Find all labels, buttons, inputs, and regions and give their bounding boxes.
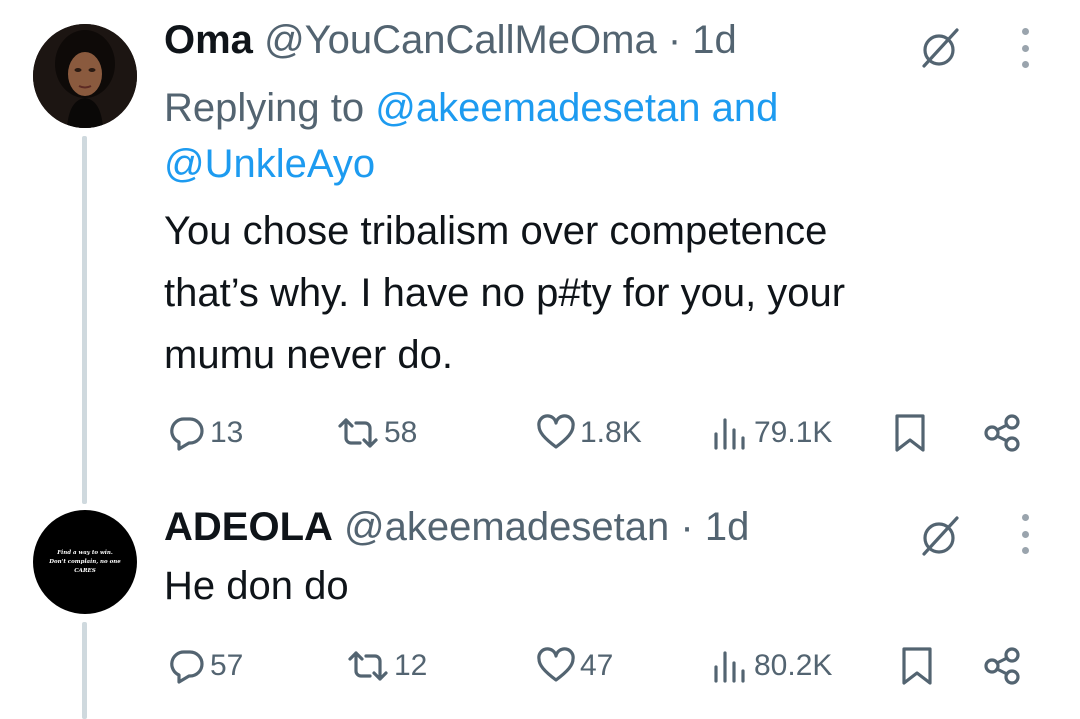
reply-button[interactable]: 13	[168, 409, 243, 457]
replying-and: and	[711, 86, 779, 130]
reply-button[interactable]: 57	[168, 642, 243, 690]
views-count: 80.2K	[754, 649, 833, 682]
avatar[interactable]: Find a way to win. Don't complain, no on…	[33, 510, 137, 614]
repost-count: 12	[394, 649, 428, 682]
views-icon	[714, 418, 745, 450]
like-count: 1.8K	[580, 416, 642, 449]
user-handle[interactable]: @YouCanCallMeOma	[264, 18, 657, 62]
profile-photo	[33, 24, 137, 128]
replying-prefix: Replying to	[164, 86, 365, 130]
heart-icon	[537, 647, 575, 682]
share-button[interactable]	[982, 409, 1024, 457]
tweet-text-line: mumu never do.	[164, 333, 454, 377]
tweet-actions: 57 12 47 80.2K	[164, 642, 1044, 690]
reply-icon	[170, 650, 204, 684]
display-name[interactable]: Oma	[164, 18, 253, 62]
views-icon	[714, 651, 745, 683]
tweet-actions: 13 58 1.8K 79.1K	[164, 409, 1044, 457]
heart-icon	[537, 414, 575, 449]
thread-line	[82, 622, 87, 719]
repost-count: 58	[384, 416, 418, 449]
tweet-text-line: He don do	[164, 564, 349, 608]
bookmark-icon	[895, 414, 925, 452]
like-count: 47	[580, 649, 614, 682]
repost-button[interactable]: 58	[336, 409, 417, 457]
more-icon[interactable]	[1018, 28, 1032, 68]
tweet-text: You chose tribalism over competence that…	[164, 200, 1004, 386]
repost-icon	[348, 651, 388, 681]
user-handle[interactable]: @akeemadesetan	[344, 505, 669, 549]
avatar-text: CARES	[74, 567, 96, 574]
views-count: 79.1K	[754, 416, 833, 449]
mention-link[interactable]: @UnkleAyo	[164, 142, 375, 186]
share-icon	[984, 414, 1020, 452]
reply-count: 57	[210, 649, 244, 682]
repost-icon	[338, 418, 378, 448]
reply-icon	[170, 417, 204, 451]
share-icon	[984, 647, 1020, 685]
more-icon[interactable]	[1018, 514, 1032, 554]
like-button[interactable]: 1.8K	[536, 409, 642, 457]
bookmark-button[interactable]	[899, 642, 935, 690]
replying-to: Replying to @akeemadesetan and @UnkleAyo	[164, 80, 964, 192]
avatar[interactable]	[33, 24, 137, 128]
grok-icon[interactable]	[917, 512, 965, 560]
share-button[interactable]	[982, 642, 1024, 690]
display-name[interactable]: ADEOLA	[164, 505, 333, 549]
views-button[interactable]: 80.2K	[710, 642, 832, 690]
avatar-text: Don't complain, no one	[49, 558, 121, 565]
tweet-text-line: You chose tribalism over competence	[164, 209, 828, 253]
reply-count: 13	[210, 416, 244, 449]
like-button[interactable]: 47	[536, 642, 613, 690]
tweet-text-line: that’s why. I have no p#ty for you, your	[164, 271, 846, 315]
tweet-header: Oma @YouCanCallMeOma · 1d	[164, 16, 737, 64]
bookmark-button[interactable]	[892, 409, 928, 457]
timestamp[interactable]: · 1d	[680, 505, 749, 549]
repost-button[interactable]: 12	[346, 642, 427, 690]
thread-line	[82, 136, 87, 504]
tweet-text: He don do	[164, 555, 1004, 617]
grok-icon[interactable]	[917, 24, 965, 72]
views-button[interactable]: 79.1K	[710, 409, 832, 457]
avatar-text: Find a way to win.	[57, 549, 113, 556]
mention-link[interactable]: @akeemadesetan	[375, 86, 700, 130]
tweet-header: ADEOLA @akeemadesetan · 1d	[164, 503, 749, 551]
bookmark-icon	[902, 647, 932, 685]
timestamp[interactable]: · 1d	[668, 18, 737, 62]
